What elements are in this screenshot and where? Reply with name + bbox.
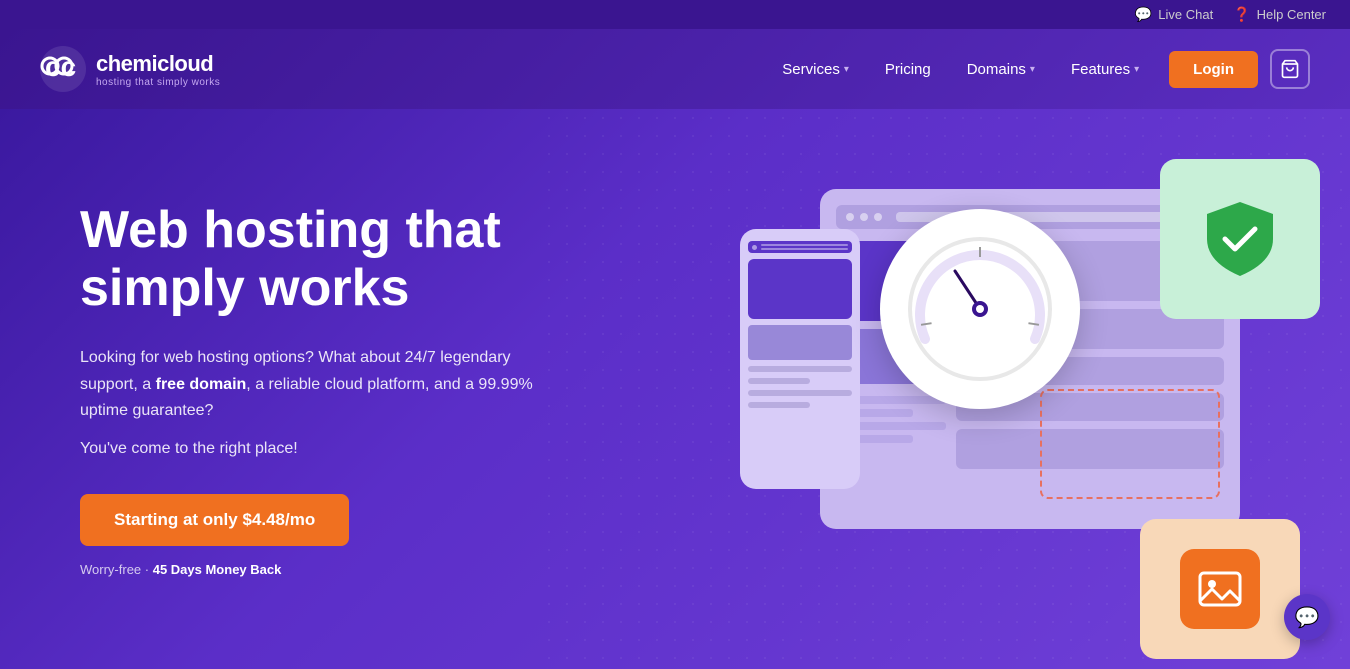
speedometer-svg <box>900 229 1060 389</box>
phone-line-2 <box>748 378 810 384</box>
phone-top-dot <box>752 245 757 250</box>
help-center-link[interactable]: ❓ Help Center <box>1233 6 1326 23</box>
shield-card <box>1160 159 1320 319</box>
cart-button[interactable] <box>1270 49 1310 89</box>
phone-top-line-2 <box>761 248 848 250</box>
nav-features-label: Features <box>1071 61 1130 78</box>
login-button[interactable]: Login <box>1169 51 1258 88</box>
logo-name: chemicloud <box>96 51 220 77</box>
phone-line-1 <box>748 366 852 372</box>
live-chat-label: Live Chat <box>1158 7 1213 22</box>
nav-domains[interactable]: Domains ▾ <box>953 53 1049 86</box>
hero-left: Web hosting that simply works Looking fo… <box>80 201 600 578</box>
logo-text-area: chemicloud hosting that simply works <box>96 51 220 88</box>
chat-icon: 💬 <box>1135 6 1152 23</box>
image-icon <box>1196 565 1244 613</box>
phone-block-light <box>748 325 852 360</box>
hero-description2: You've come to the right place! <box>80 440 600 458</box>
money-back-prefix: Worry-free · <box>80 562 153 577</box>
nav-pricing[interactable]: Pricing <box>871 53 945 86</box>
phone-top-line-1 <box>761 244 848 246</box>
nav-domains-label: Domains <box>967 61 1026 78</box>
browser-dot-3 <box>874 213 882 221</box>
logo[interactable]: cc chemicloud hosting that simply works <box>40 46 220 92</box>
browser-dot-1 <box>846 213 854 221</box>
phone-block-blue <box>748 259 852 319</box>
logo-icon: cc <box>40 46 86 92</box>
browser-dot-2 <box>860 213 868 221</box>
image-card <box>1140 519 1300 659</box>
cta-button[interactable]: Starting at only $4.48/mo <box>80 494 349 546</box>
image-icon-box <box>1180 549 1260 629</box>
domains-chevron-icon: ▾ <box>1030 64 1035 75</box>
nav-services[interactable]: Services ▾ <box>768 53 863 86</box>
chat-bubble-button[interactable]: 💬 <box>1284 594 1330 640</box>
phone-line-3 <box>748 390 852 396</box>
navbar: cc chemicloud hosting that simply works … <box>0 29 1350 109</box>
cart-icon <box>1280 59 1300 79</box>
help-center-label: Help Center <box>1257 7 1326 22</box>
nav-services-label: Services <box>782 61 840 78</box>
shield-icon <box>1195 194 1285 284</box>
phone-top-lines <box>761 244 848 250</box>
phone-card <box>740 229 860 489</box>
phone-top-bar <box>748 241 852 253</box>
help-icon: ❓ <box>1233 6 1250 23</box>
hero-section: Web hosting that simply works Looking fo… <box>0 109 1350 669</box>
dashed-rectangle <box>1040 389 1220 499</box>
hero-description: Looking for web hosting options? What ab… <box>80 345 550 424</box>
chat-bubble-icon: 💬 <box>1295 605 1320 630</box>
money-back-text: Worry-free · 45 Days Money Back <box>80 562 600 577</box>
nav-links: Services ▾ Pricing Domains ▾ Features ▾ … <box>768 49 1310 89</box>
nav-features[interactable]: Features ▾ <box>1057 53 1153 86</box>
hero-illustration <box>720 129 1320 669</box>
speedometer-card <box>880 209 1080 409</box>
top-bar: 💬 Live Chat ❓ Help Center <box>0 0 1350 29</box>
logo-tagline: hosting that simply works <box>96 77 220 88</box>
features-chevron-icon: ▾ <box>1134 64 1139 75</box>
live-chat-link[interactable]: 💬 Live Chat <box>1135 6 1213 23</box>
phone-line-4 <box>748 402 810 408</box>
hero-title: Web hosting that simply works <box>80 201 600 317</box>
services-chevron-icon: ▾ <box>844 64 849 75</box>
nav-pricing-label: Pricing <box>885 61 931 78</box>
money-back-label: 45 Days Money Back <box>153 562 282 577</box>
